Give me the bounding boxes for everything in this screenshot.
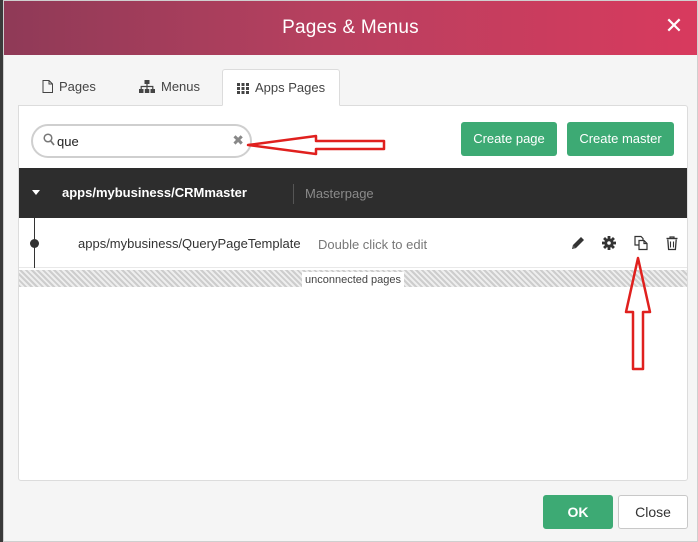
search-icon bbox=[43, 133, 55, 152]
gear-icon[interactable] bbox=[601, 235, 617, 251]
edit-hint: Double click to edit bbox=[318, 237, 428, 252]
trash-icon[interactable] bbox=[664, 235, 680, 251]
tab-apps-pages-label: Apps Pages bbox=[255, 80, 326, 95]
tab-apps-pages[interactable]: Apps Pages bbox=[222, 69, 341, 108]
create-page-button[interactable]: Create page bbox=[461, 122, 557, 156]
grid-icon bbox=[237, 72, 249, 108]
page-icon bbox=[42, 71, 53, 107]
pages-menus-dialog: Pages & Menus ✕ Pages Menus Apps Pages ✖ bbox=[3, 0, 698, 542]
apps-pages-panel: ✖ Create page Create master apps/mybusin… bbox=[18, 105, 688, 481]
masterpage-row[interactable]: apps/mybusiness/CRMmaster Masterpage bbox=[19, 168, 687, 218]
tab-pages[interactable]: Pages bbox=[28, 69, 110, 106]
tab-menus[interactable]: Menus bbox=[125, 69, 214, 106]
tab-menus-label: Menus bbox=[161, 79, 201, 94]
page-path: apps/mybusiness/QueryPageTemplate bbox=[78, 236, 301, 251]
unconnected-pages-label: unconnected pages bbox=[301, 272, 405, 289]
create-master-button[interactable]: Create master bbox=[567, 122, 674, 156]
masterpage-type-label: Masterpage bbox=[305, 186, 374, 201]
ok-button[interactable]: OK bbox=[543, 495, 613, 529]
copy-icon[interactable] bbox=[633, 235, 649, 251]
collapse-caret-icon[interactable] bbox=[32, 190, 40, 195]
tree-node-dot bbox=[30, 239, 39, 248]
divider bbox=[293, 184, 294, 204]
search-input[interactable] bbox=[57, 131, 227, 151]
pencil-icon[interactable] bbox=[570, 235, 586, 251]
close-icon[interactable]: ✕ bbox=[661, 13, 687, 39]
sitemap-icon bbox=[139, 71, 155, 107]
dialog-titlebar: Pages & Menus ✕ bbox=[4, 1, 697, 55]
tab-pages-label: Pages bbox=[59, 79, 96, 94]
page-row[interactable]: apps/mybusiness/QueryPageTemplate Double… bbox=[19, 218, 687, 268]
unconnected-pages-divider: unconnected pages bbox=[19, 270, 687, 289]
tab-bar: Pages Menus Apps Pages bbox=[18, 69, 678, 106]
masterpage-path: apps/mybusiness/CRMmaster bbox=[62, 185, 247, 200]
search-box: ✖ bbox=[31, 124, 252, 158]
clear-search-icon[interactable]: ✖ bbox=[232, 132, 244, 149]
close-button[interactable]: Close bbox=[618, 495, 688, 529]
dialog-title: Pages & Menus bbox=[282, 17, 419, 38]
